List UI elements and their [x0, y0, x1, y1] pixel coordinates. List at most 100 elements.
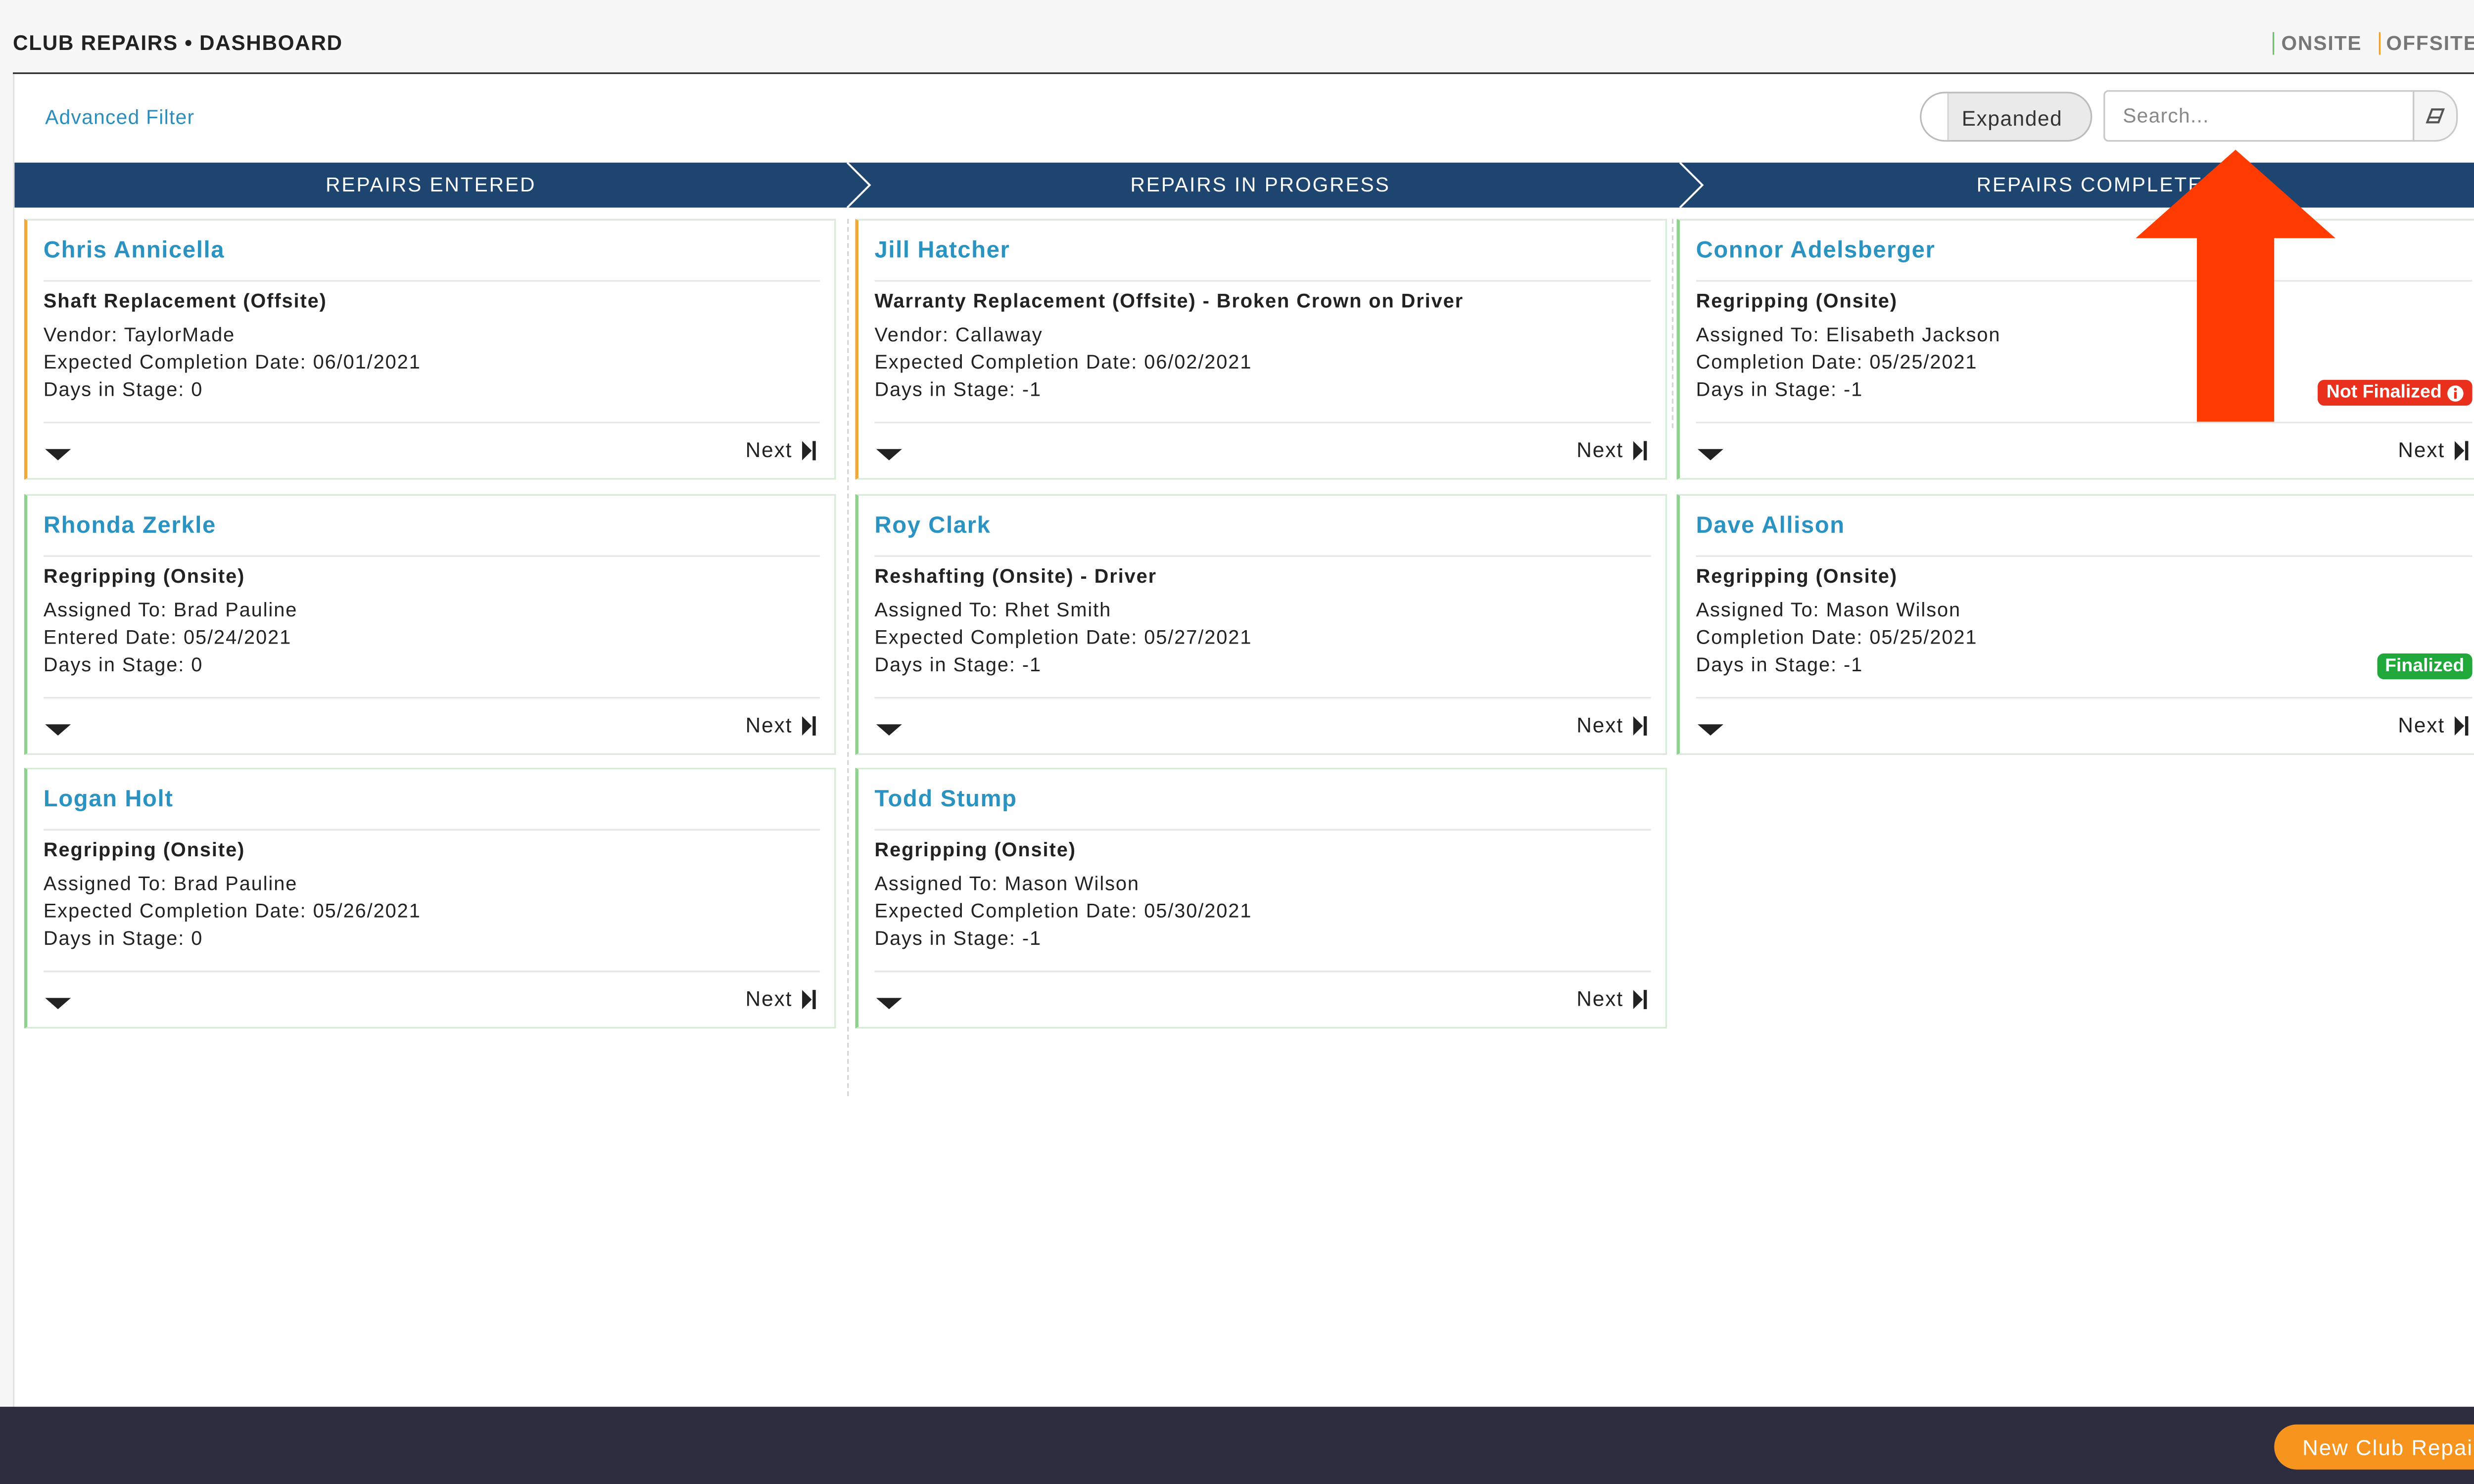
repair-type: Regripping (Onsite): [1696, 565, 1898, 588]
card-detail-1: Assigned To: Elisabeth Jackson: [1696, 324, 2001, 346]
stage-header: REPAIRS ENTERED REPAIRS IN PROGRESS REPA…: [14, 162, 2474, 208]
expand-caret-icon[interactable]: [45, 998, 71, 1010]
expand-caret-icon[interactable]: [1697, 449, 1723, 461]
stage-repairs-complete: REPAIRS COMPLETE: [1976, 174, 2203, 196]
card-detail-1: Vendor: TaylorMade: [43, 324, 236, 346]
customer-name-link[interactable]: Todd Stump: [875, 787, 1017, 813]
not-finalized-badge[interactable]: Not Finalized: [2318, 379, 2473, 406]
column-divider: [847, 219, 849, 1096]
card-detail-1: Vendor: Callaway: [874, 324, 1043, 346]
location-onsite-link[interactable]: ONSITE: [2273, 32, 2362, 55]
customer-name-link[interactable]: Logan Holt: [44, 787, 174, 813]
card-divider: [43, 829, 820, 831]
card-detail-2: Expected Completion Date: 05/30/2021: [874, 899, 1252, 923]
card-divider: [43, 421, 820, 423]
expand-caret-icon[interactable]: [876, 998, 902, 1010]
repair-card[interactable]: Roy Clark Reshafting (Onsite) - Driver A…: [855, 494, 1667, 755]
card-detail-2: Expected Completion Date: 05/26/2021: [43, 899, 421, 923]
stage-repairs-entered: REPAIRS ENTERED: [326, 174, 536, 196]
customer-name-link[interactable]: Roy Clark: [875, 513, 991, 539]
next-stage-button[interactable]: Next: [1576, 987, 1648, 1011]
next-label: Next: [1576, 986, 1624, 1011]
customer-name-link[interactable]: Chris Annicella: [44, 238, 225, 264]
repair-card[interactable]: Logan Holt Regripping (Onsite) Assigned …: [24, 768, 836, 1029]
card-divider: [874, 421, 1651, 423]
expand-caret-icon[interactable]: [45, 449, 71, 461]
card-divider: [1696, 421, 2473, 423]
repair-type: Regripping (Onsite): [43, 838, 245, 861]
badge-label: Not Finalized: [2326, 383, 2442, 403]
location-offsite-link[interactable]: OFFSITE: [2378, 32, 2474, 55]
next-stage-button[interactable]: Next: [746, 713, 817, 737]
skip-next-icon: [802, 440, 816, 460]
expand-caret-icon[interactable]: [876, 449, 902, 461]
next-label: Next: [745, 713, 793, 738]
repair-card[interactable]: Connor Adelsberger Regripping (Onsite) A…: [1676, 219, 2474, 480]
card-detail-3: Days in Stage: 0: [43, 653, 203, 676]
card-divider: [43, 696, 820, 699]
card-divider: [874, 280, 1651, 282]
card-detail-2: Completion Date: 05/25/2021: [1696, 351, 1978, 373]
repair-card[interactable]: Todd Stump Regripping (Onsite) Assigned …: [855, 768, 1667, 1029]
card-divider: [1696, 696, 2473, 699]
card-detail-3: Days in Stage: -1: [874, 378, 1042, 401]
next-label: Next: [1576, 713, 1624, 738]
next-stage-button[interactable]: Next: [2398, 438, 2469, 462]
next-label: Next: [745, 986, 793, 1011]
customer-name-link[interactable]: Rhonda Zerkle: [44, 513, 216, 539]
expand-caret-icon[interactable]: [876, 724, 902, 736]
footer-bar: New Club Repair: [0, 1406, 2474, 1484]
toggle-label: Expanded: [1961, 106, 2063, 131]
card-divider: [874, 555, 1651, 557]
card-detail-1: Assigned To: Brad Pauline: [43, 872, 298, 895]
search-input[interactable]: [2103, 90, 2415, 142]
card-divider: [43, 555, 820, 557]
expand-caret-icon[interactable]: [1697, 724, 1723, 736]
advanced-filter-link[interactable]: Advanced Filter: [45, 106, 194, 129]
customer-name-link[interactable]: Connor Adelsberger: [1696, 238, 1936, 264]
skip-next-icon: [802, 715, 816, 735]
card-detail-2: Entered Date: 05/24/2021: [43, 626, 292, 649]
next-label: Next: [1576, 438, 1624, 462]
eraser-icon: [2426, 108, 2445, 124]
card-divider: [43, 971, 820, 973]
card-detail-2: Expected Completion Date: 06/01/2021: [43, 351, 421, 373]
card-divider: [1696, 555, 2473, 557]
repair-card[interactable]: Rhonda Zerkle Regripping (Onsite) Assign…: [24, 494, 836, 755]
expand-caret-icon[interactable]: [45, 724, 71, 736]
next-stage-button[interactable]: Next: [1576, 713, 1648, 737]
card-detail-2: Expected Completion Date: 05/27/2021: [874, 626, 1252, 649]
repair-card[interactable]: Jill Hatcher Warranty Replacement (Offsi…: [855, 219, 1667, 480]
card-detail-1: Assigned To: Rhet Smith: [874, 599, 1112, 621]
next-label: Next: [2398, 713, 2445, 738]
customer-name-link[interactable]: Jill Hatcher: [875, 238, 1010, 264]
next-stage-button[interactable]: Next: [1576, 438, 1648, 462]
search-clear-button[interactable]: [2413, 90, 2458, 142]
next-label: Next: [745, 438, 793, 462]
skip-next-icon: [2454, 440, 2469, 460]
repair-card[interactable]: Chris Annicella Shaft Replacement (Offsi…: [24, 219, 836, 480]
new-club-repair-button[interactable]: New Club Repair: [2274, 1424, 2474, 1470]
dashboard-stage: CLUB REPAIRS • DASHBOARD ONSITE OFFSITE …: [0, 0, 2474, 1484]
next-stage-button[interactable]: Next: [2398, 713, 2469, 737]
next-stage-button[interactable]: Next: [746, 438, 817, 462]
card-detail-3: Days in Stage: -1: [874, 653, 1042, 676]
next-stage-button[interactable]: Next: [746, 987, 817, 1011]
card-divider: [1696, 280, 2473, 282]
card-detail-1: Assigned To: Mason Wilson: [874, 872, 1140, 895]
finalized-badge: Finalized: [2377, 653, 2473, 680]
expanded-toggle[interactable]: Expanded: [1920, 92, 2093, 142]
card-divider: [874, 971, 1651, 973]
skip-next-icon: [1633, 715, 1647, 735]
customer-name-link[interactable]: Dave Allison: [1696, 513, 1845, 539]
card-divider: [874, 829, 1651, 831]
card-detail-3: Days in Stage: -1: [874, 927, 1042, 950]
repair-type: Reshafting (Onsite) - Driver: [874, 565, 1157, 588]
repair-card[interactable]: Dave Allison Regripping (Onsite) Assigne…: [1676, 494, 2474, 755]
repair-type: Regripping (Onsite): [1696, 289, 1898, 313]
repair-type: Regripping (Onsite): [43, 565, 245, 588]
card-detail-3: Days in Stage: -1: [1696, 378, 1863, 401]
repair-type: Shaft Replacement (Offsite): [43, 289, 327, 313]
card-divider: [43, 280, 820, 282]
card-divider: [874, 696, 1651, 699]
